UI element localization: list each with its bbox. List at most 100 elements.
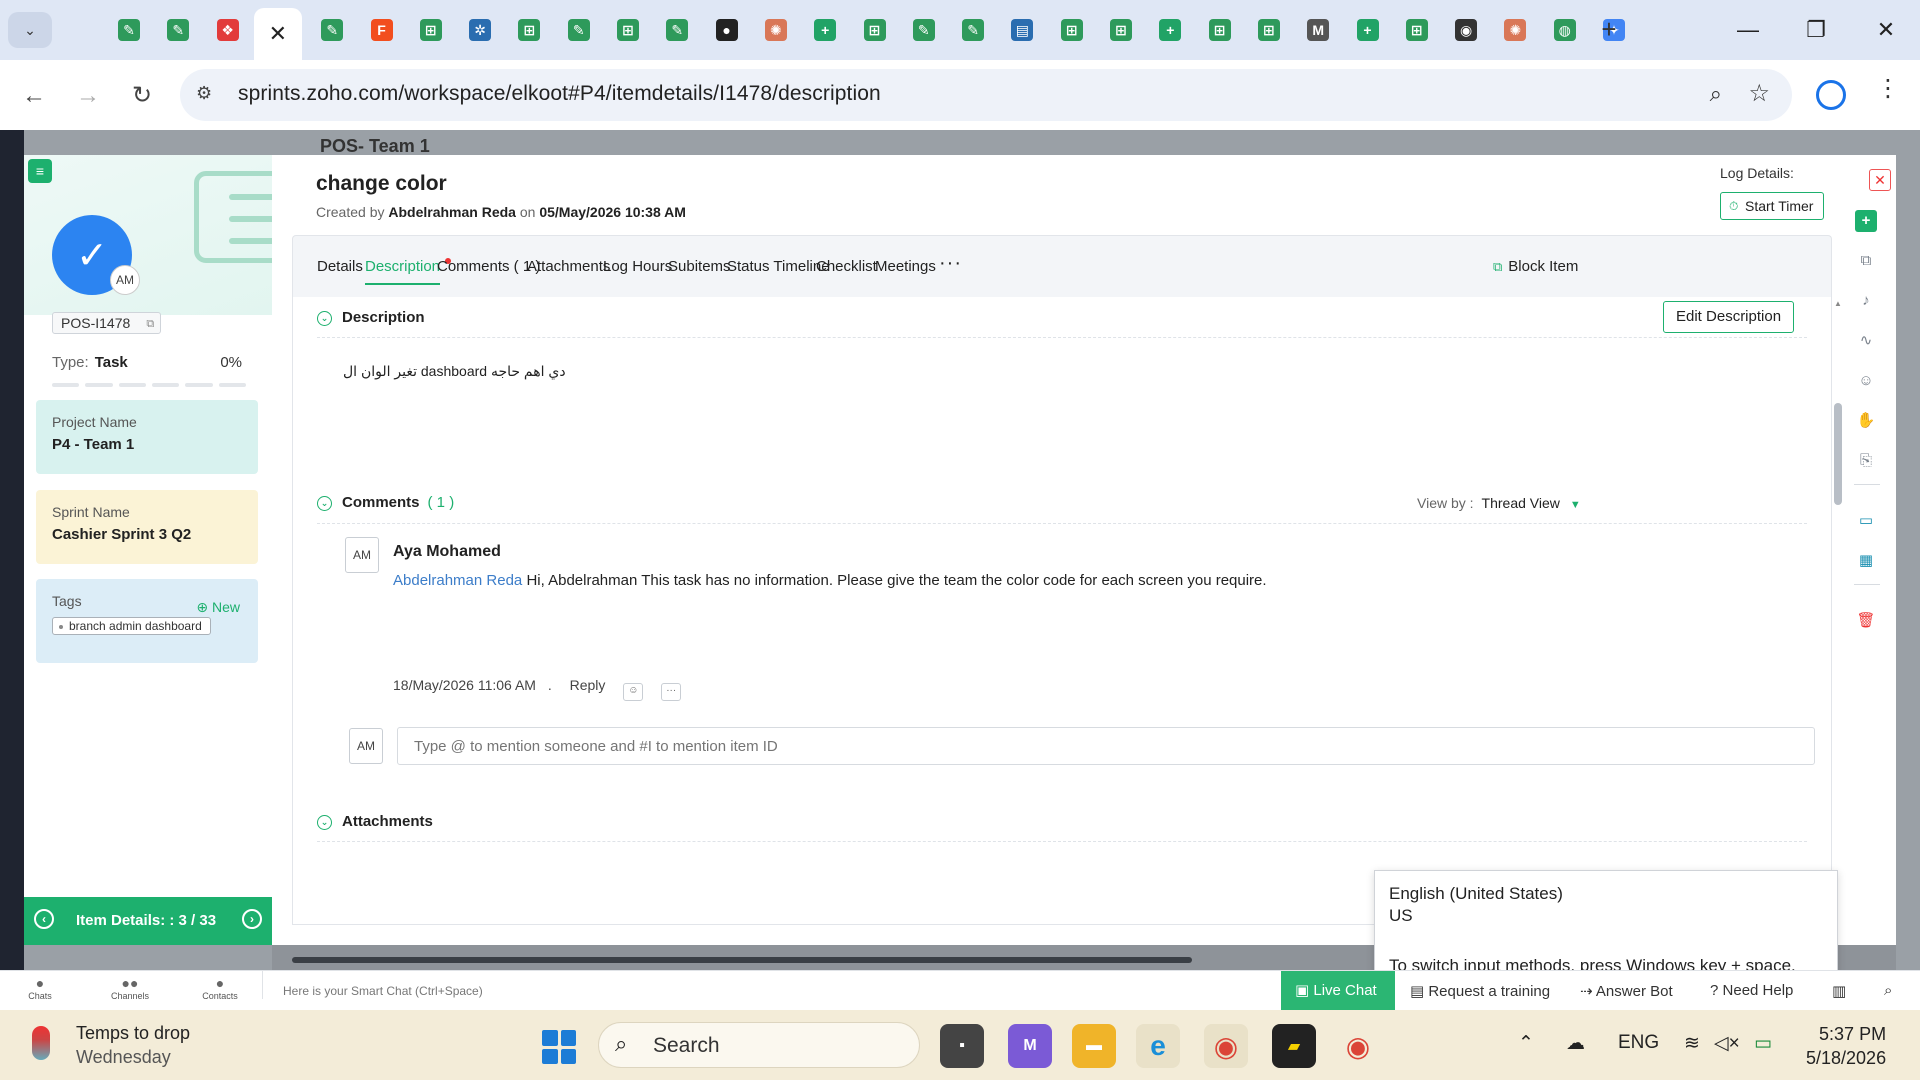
wifi-icon[interactable]: ≋ <box>1684 1032 1700 1055</box>
browser-tab[interactable]: M <box>1295 8 1341 52</box>
smart-chat-input[interactable]: Here is your Smart Chat (Ctrl+Space) <box>262 971 483 999</box>
browser-tab[interactable]: ✎ <box>950 8 996 52</box>
browser-tab[interactable]: ⊞ <box>408 8 454 52</box>
presentation-icon[interactable]: ▦ <box>1855 550 1877 572</box>
clone-icon[interactable]: ⧉ <box>1855 250 1877 272</box>
attachments-section-toggle[interactable]: ⌄ Attachments <box>317 813 433 830</box>
volume-muted-icon[interactable]: ◁× <box>1714 1032 1740 1055</box>
tab-attachments[interactable]: Attachments <box>527 258 610 275</box>
tab-details[interactable]: Details <box>317 258 363 275</box>
site-info-icon[interactable]: ⚙ <box>196 83 212 104</box>
tag-chip[interactable]: branch admin dashboard <box>52 617 211 635</box>
chats-button[interactable]: ● Chats <box>20 975 60 1001</box>
tab-description[interactable]: Description <box>365 258 441 285</box>
comment-mention[interactable]: Abdelrahman Reda <box>393 572 522 589</box>
more-tabs-icon[interactable]: ··· <box>939 252 962 275</box>
request-training-button[interactable]: ▤ Request a training <box>1410 982 1550 1000</box>
browser-tab[interactable]: ✎ <box>309 8 355 52</box>
progress-bar[interactable] <box>52 383 246 387</box>
browser-tab[interactable]: ⊞ <box>1049 8 1095 52</box>
menu-icon[interactable]: ≡ <box>28 159 52 183</box>
tab-meetings[interactable]: Meetings <box>875 258 936 275</box>
add-icon[interactable]: + <box>1855 210 1877 232</box>
activity-icon[interactable]: ∿ <box>1855 330 1877 352</box>
link-icon[interactable]: ⎘ <box>1855 450 1877 472</box>
browser-tab[interactable]: ✎ <box>901 8 947 52</box>
comment-more-icon[interactable]: ··· <box>661 683 682 701</box>
window-close-button[interactable]: ✕ <box>1866 12 1906 48</box>
address-bar[interactable]: ⚙ sprints.zoho.com/workspace/elkoot#P4/i… <box>180 69 1792 121</box>
battery-icon[interactable]: ▭ <box>1754 1032 1772 1055</box>
view-by-select[interactable]: View by : Thread View ▼ <box>1417 495 1581 511</box>
answer-bot-button[interactable]: ⇢ Answer Bot <box>1580 982 1673 1000</box>
trash-icon[interactable]: 🗑 <box>1855 610 1877 632</box>
close-tab-icon[interactable]: ✕ <box>269 21 287 47</box>
browser-tab[interactable]: + <box>1147 8 1193 52</box>
need-help-button[interactable]: ? Need Help <box>1710 982 1793 999</box>
bell-icon[interactable]: ♪ <box>1855 290 1877 312</box>
browser-tab[interactable]: ⊞ <box>1246 8 1292 52</box>
tab-log-hours[interactable]: Log Hours <box>603 258 672 275</box>
task-view-icon[interactable]: ▪ <box>940 1024 984 1068</box>
browser-tab[interactable]: ✺ <box>1492 8 1538 52</box>
previous-item-icon[interactable]: ‹ <box>34 909 54 929</box>
chrome-icon[interactable]: ◉ <box>1204 1024 1248 1068</box>
tab-checklist[interactable]: Checklist <box>816 258 877 275</box>
browser-tab[interactable]: + <box>802 8 848 52</box>
active-tab[interactable]: ✕ <box>253 8 302 60</box>
browser-tab[interactable]: ◍ <box>1542 8 1588 52</box>
language-indicator[interactable]: ENG <box>1618 1032 1659 1054</box>
copy-icon[interactable]: ⧉ <box>146 314 154 334</box>
browser-tab[interactable]: ● <box>704 8 750 52</box>
m365-icon[interactable]: M <box>1008 1024 1052 1068</box>
browser-tab[interactable]: ✎ <box>654 8 700 52</box>
channels-button[interactable]: ●● Channels <box>110 975 150 1001</box>
sticky-notes-icon[interactable]: ▰ <box>1272 1024 1316 1068</box>
tab-status-timeline[interactable]: Status Timeline <box>727 258 830 275</box>
browser-tab[interactable]: ✎ <box>155 8 201 52</box>
close-dialog-button[interactable]: ✕ <box>1869 169 1891 191</box>
live-chat-button[interactable]: ▣ Live Chat <box>1281 971 1395 1011</box>
creator-name[interactable]: Abdelrahman Reda <box>388 204 516 220</box>
minimize-button[interactable]: — <box>1728 12 1768 48</box>
browser-tab[interactable]: ✎ <box>106 8 152 52</box>
new-tag-button[interactable]: ⊕ New <box>196 599 240 616</box>
url-text[interactable]: sprints.zoho.com/workspace/elkoot#P4/ite… <box>238 82 881 106</box>
tab-comments[interactable]: Comments ( 1 ) <box>437 258 540 275</box>
bookmark-star-icon[interactable]: ☆ <box>1748 79 1770 108</box>
sprint-value[interactable]: Cashier Sprint 3 Q2 <box>52 526 242 543</box>
tray-overflow-icon[interactable]: ⌃ <box>1518 1032 1534 1055</box>
weather-widget[interactable]: Temps to drop Wednesday <box>76 1021 190 1069</box>
browser-tab[interactable]: ⊞ <box>1197 8 1243 52</box>
project-value[interactable]: P4 - Team 1 <box>52 436 242 453</box>
comments-section-toggle[interactable]: ⌄ Comments ( 1 ) <box>317 494 454 511</box>
browser-tab[interactable]: ◉ <box>1443 8 1489 52</box>
browser-tab[interactable]: ⊞ <box>852 8 898 52</box>
back-button[interactable]: ← <box>16 78 52 114</box>
browser-tab[interactable]: ⊞ <box>605 8 651 52</box>
profile-avatar[interactable] <box>1816 80 1846 110</box>
clock[interactable]: 5:37 PM 5/18/2026 <box>1806 1022 1886 1070</box>
browser-menu-icon[interactable]: ⋮ <box>1876 74 1900 103</box>
edit-description-button[interactable]: Edit Description <box>1663 301 1795 333</box>
browser-tab[interactable]: + <box>1345 8 1391 52</box>
comment-input[interactable] <box>397 727 1815 765</box>
browser-tab[interactable]: ⊞ <box>1098 8 1144 52</box>
type-value[interactable]: Task <box>95 354 128 371</box>
comment-author[interactable]: Aya Mohamed <box>393 543 501 561</box>
reaction-icon[interactable]: ☺ <box>623 683 644 701</box>
forward-button[interactable]: → <box>70 78 106 114</box>
browser-tab[interactable]: F <box>359 8 405 52</box>
file-explorer-icon[interactable]: ▬ <box>1072 1024 1116 1068</box>
description-section-toggle[interactable]: ⌄ Description <box>317 309 425 326</box>
assignee-avatar[interactable]: AM <box>110 265 140 295</box>
browser-tab[interactable]: ✺ <box>753 8 799 52</box>
users-icon[interactable]: ☺ <box>1855 370 1877 392</box>
browser-tab[interactable]: ✎ <box>556 8 602 52</box>
browser-tab[interactable]: ⊞ <box>1394 8 1440 52</box>
block-item-button[interactable]: ⧉ Block Item <box>1493 258 1578 275</box>
chat-icon[interactable]: ▭ <box>1855 510 1877 532</box>
edge-icon[interactable]: e <box>1136 1024 1180 1068</box>
commenter-avatar[interactable]: AM <box>345 537 379 573</box>
tab-search-button[interactable]: ⌄ <box>8 12 52 48</box>
